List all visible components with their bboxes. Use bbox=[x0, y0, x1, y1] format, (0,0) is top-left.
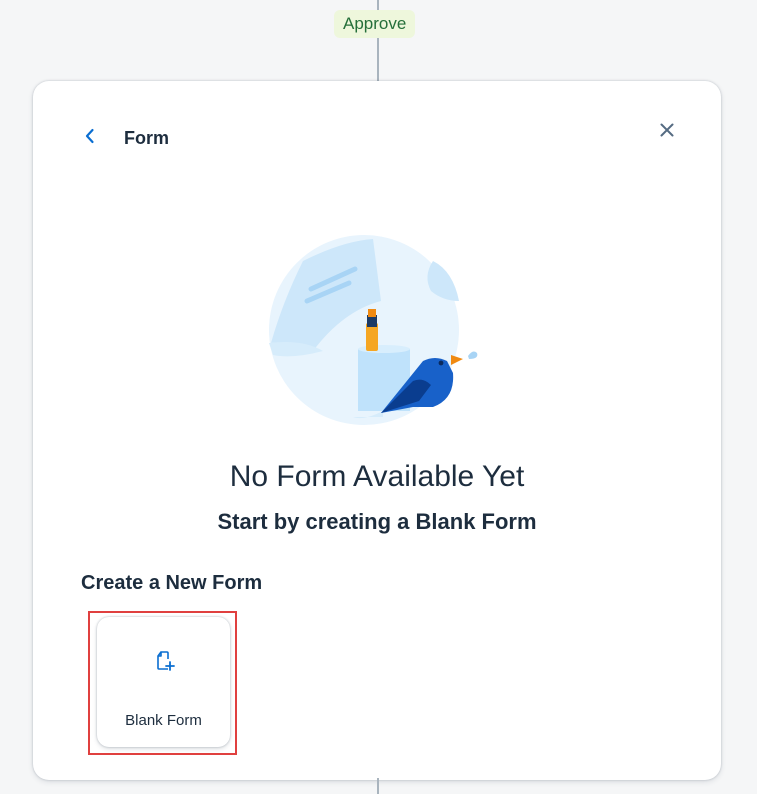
empty-state-title: No Form Available Yet bbox=[229, 460, 525, 493]
empty-state-subtitle: Start by creating a Blank Form bbox=[217, 509, 537, 534]
approve-step-badge[interactable]: Approve bbox=[334, 10, 416, 38]
create-section-heading: Create a New Form bbox=[81, 572, 263, 594]
chevron-left-icon bbox=[84, 128, 96, 149]
panel-title: Form bbox=[124, 128, 169, 148]
empty-state-illustration bbox=[263, 231, 493, 431]
close-button[interactable] bbox=[653, 118, 681, 146]
flow-connector-bottom bbox=[377, 778, 379, 794]
add-document-icon bbox=[151, 649, 175, 673]
blank-form-tile[interactable]: Blank Form bbox=[97, 617, 230, 747]
close-icon bbox=[659, 122, 675, 143]
form-panel: Form No Form Available Yet Start by crea… bbox=[33, 81, 721, 780]
back-button[interactable] bbox=[77, 125, 103, 151]
blank-form-label: Blank Form bbox=[125, 712, 202, 729]
